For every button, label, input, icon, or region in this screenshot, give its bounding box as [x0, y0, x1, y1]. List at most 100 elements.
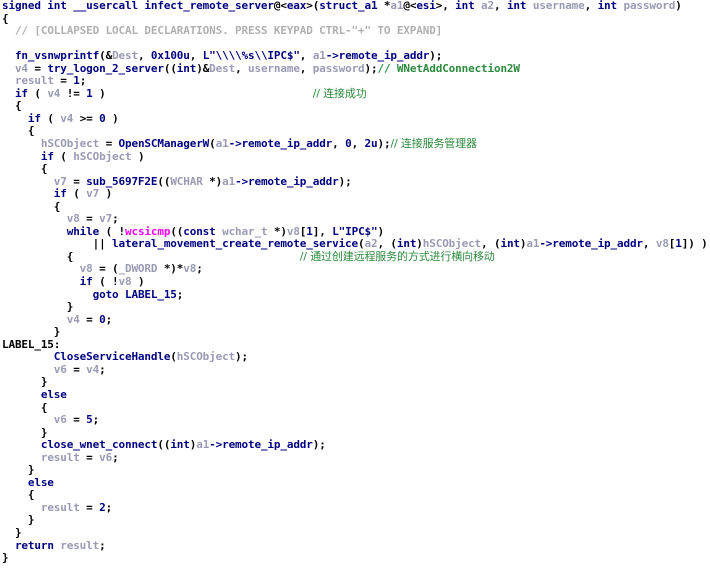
- token-local[interactable]: a1: [390, 0, 403, 12]
- token-comment-collapsed[interactable]: // [COLLAPSED LOCAL DECLARATIONS. PRESS …: [15, 24, 442, 37]
- token-local[interactable]: v6: [99, 451, 112, 464]
- token-keyword: struct_a1: [319, 0, 384, 12]
- token-punct: = (: [92, 262, 119, 276]
- code-line[interactable]: v4 = 0;: [0, 313, 710, 327]
- code-line[interactable]: if ( v7 ): [0, 187, 710, 201]
- code-line[interactable]: else: [0, 476, 710, 490]
- token-local[interactable]: a1: [216, 137, 229, 150]
- token-local[interactable]: password: [623, 0, 675, 12]
- token-local[interactable]: hSCObject: [41, 137, 99, 150]
- token-local[interactable]: a1: [313, 49, 326, 62]
- code-line[interactable]: goto LABEL_15;: [0, 288, 710, 302]
- token-local[interactable]: v8: [287, 225, 300, 238]
- token-label-ref[interactable]: LABEL_15: [125, 288, 177, 301]
- token-local[interactable]: result: [60, 539, 99, 552]
- token-imported-api[interactable]: wcsicmp: [125, 225, 170, 238]
- token-member[interactable]: ->remote_ip_addr: [209, 438, 313, 451]
- token-local[interactable]: v4: [67, 313, 80, 326]
- token-local[interactable]: password: [313, 62, 365, 75]
- token-local[interactable]: a1: [526, 237, 539, 251]
- token-local[interactable]: v4: [60, 112, 73, 125]
- pseudocode-view[interactable]: signed int __usercall infect_remote_serv…: [0, 0, 710, 578]
- token-local[interactable]: v8: [80, 262, 93, 276]
- token-local[interactable]: v8: [183, 262, 196, 276]
- token-member[interactable]: ->remote_ip_addr: [229, 137, 333, 150]
- token-local[interactable]: v4: [47, 87, 60, 100]
- token-comment-cjk[interactable]: // 通过创建远程服务的方式进行横向移动: [300, 250, 495, 263]
- token-punct: ,: [299, 49, 313, 63]
- token-punct: );: [235, 350, 248, 364]
- token-member[interactable]: ->remote_ip_addr: [539, 237, 643, 251]
- token-function[interactable]: sub_5697F2E: [86, 175, 157, 188]
- code-line[interactable]: // [COLLAPSED LOCAL DECLARATIONS. PRESS …: [0, 24, 710, 38]
- token-comment-cjk[interactable]: // 连接服务管理器: [390, 137, 477, 150]
- token-local[interactable]: v7: [99, 212, 112, 226]
- token-label-def[interactable]: LABEL_15:: [2, 338, 60, 351]
- code-line[interactable]: }: [0, 514, 710, 527]
- code-line[interactable]: result = v6;: [0, 451, 710, 465]
- token-local[interactable]: a1: [196, 438, 209, 451]
- token-local[interactable]: a2: [365, 237, 378, 251]
- token-local[interactable]: hSCObject: [73, 150, 131, 163]
- token-local[interactable]: result: [15, 74, 54, 88]
- code-line[interactable]: else: [0, 388, 710, 402]
- token-local[interactable]: result: [41, 501, 80, 514]
- code-line[interactable]: if ( hSCObject ): [0, 150, 710, 164]
- token-function[interactable]: lateral_movement_create_remote_service: [112, 237, 358, 251]
- token-local[interactable]: v8: [67, 212, 80, 226]
- code-line[interactable]: result = 2;: [0, 501, 710, 515]
- code-line[interactable]: }: [0, 526, 710, 540]
- token-punct: );: [429, 49, 443, 63]
- token-local[interactable]: hSCObject: [423, 237, 481, 251]
- token-local[interactable]: v4: [15, 62, 28, 75]
- token-local[interactable]: a1: [222, 175, 235, 188]
- code-line[interactable]: v4 = try_logon_2_server((int)&Dest, user…: [0, 62, 710, 76]
- token-function[interactable]: try_logon_2_server: [47, 62, 164, 75]
- token-local[interactable]: result: [41, 451, 80, 464]
- code-line[interactable]: }: [0, 463, 710, 477]
- code-line[interactable]: }: [0, 325, 710, 339]
- token-local[interactable]: v4: [86, 363, 99, 376]
- token-comment-cjk[interactable]: // 连接成功: [313, 87, 367, 100]
- code-line[interactable]: {: [0, 401, 710, 415]
- token-local[interactable]: Dest: [209, 62, 235, 75]
- token-local[interactable]: username: [533, 0, 585, 12]
- token-function[interactable]: fn_vsnwprintf: [15, 49, 99, 62]
- code-line[interactable]: if ( v4 != 1 ) // 连接成功: [0, 87, 710, 101]
- token-local[interactable]: v7: [54, 175, 67, 188]
- token-punct: @<: [273, 0, 287, 12]
- token-local[interactable]: username: [248, 62, 300, 75]
- token-function[interactable]: infect_remote_server: [144, 0, 274, 12]
- token-brace: {: [2, 99, 22, 113]
- code-line[interactable]: if ( v4 >= 0 ): [0, 112, 710, 126]
- token-member[interactable]: ->remote_ip_addr: [326, 49, 430, 62]
- code-line[interactable]: return result;: [0, 539, 710, 553]
- token-punct: =: [79, 212, 100, 226]
- token-brace: {: [2, 488, 35, 502]
- token-local[interactable]: v8: [656, 237, 669, 251]
- token-local[interactable]: v8: [119, 275, 132, 288]
- token-local[interactable]: hSCObject: [177, 350, 235, 364]
- token-comment[interactable]: // WNetAddConnection2W: [377, 62, 520, 75]
- code-line[interactable]: CloseServiceHandle(hSCObject);: [0, 351, 710, 364]
- token-local[interactable]: v6: [54, 363, 67, 376]
- token-function[interactable]: CloseServiceHandle: [54, 350, 171, 364]
- token-string[interactable]: L"\\\\%s\\IPC$": [203, 49, 300, 62]
- code-line[interactable]: v6 = 5;: [0, 413, 710, 427]
- code-line[interactable]: }: [0, 551, 710, 565]
- code-line[interactable]: }: [0, 376, 710, 389]
- token-local[interactable]: v7: [86, 187, 99, 200]
- token-member[interactable]: ->remote_ip_addr: [235, 175, 339, 188]
- token-local[interactable]: a2: [481, 0, 494, 12]
- code-line[interactable]: v6 = v4;: [0, 363, 710, 377]
- code-line[interactable]: signed int __usercall infect_remote_serv…: [0, 0, 710, 13]
- token-string[interactable]: L"IPC$": [332, 225, 377, 238]
- token-local[interactable]: Dest: [112, 49, 138, 62]
- token-local[interactable]: v6: [54, 413, 67, 426]
- token-function[interactable]: close_wnet_connect: [41, 438, 158, 451]
- token-function[interactable]: OpenSCManagerW: [119, 137, 210, 150]
